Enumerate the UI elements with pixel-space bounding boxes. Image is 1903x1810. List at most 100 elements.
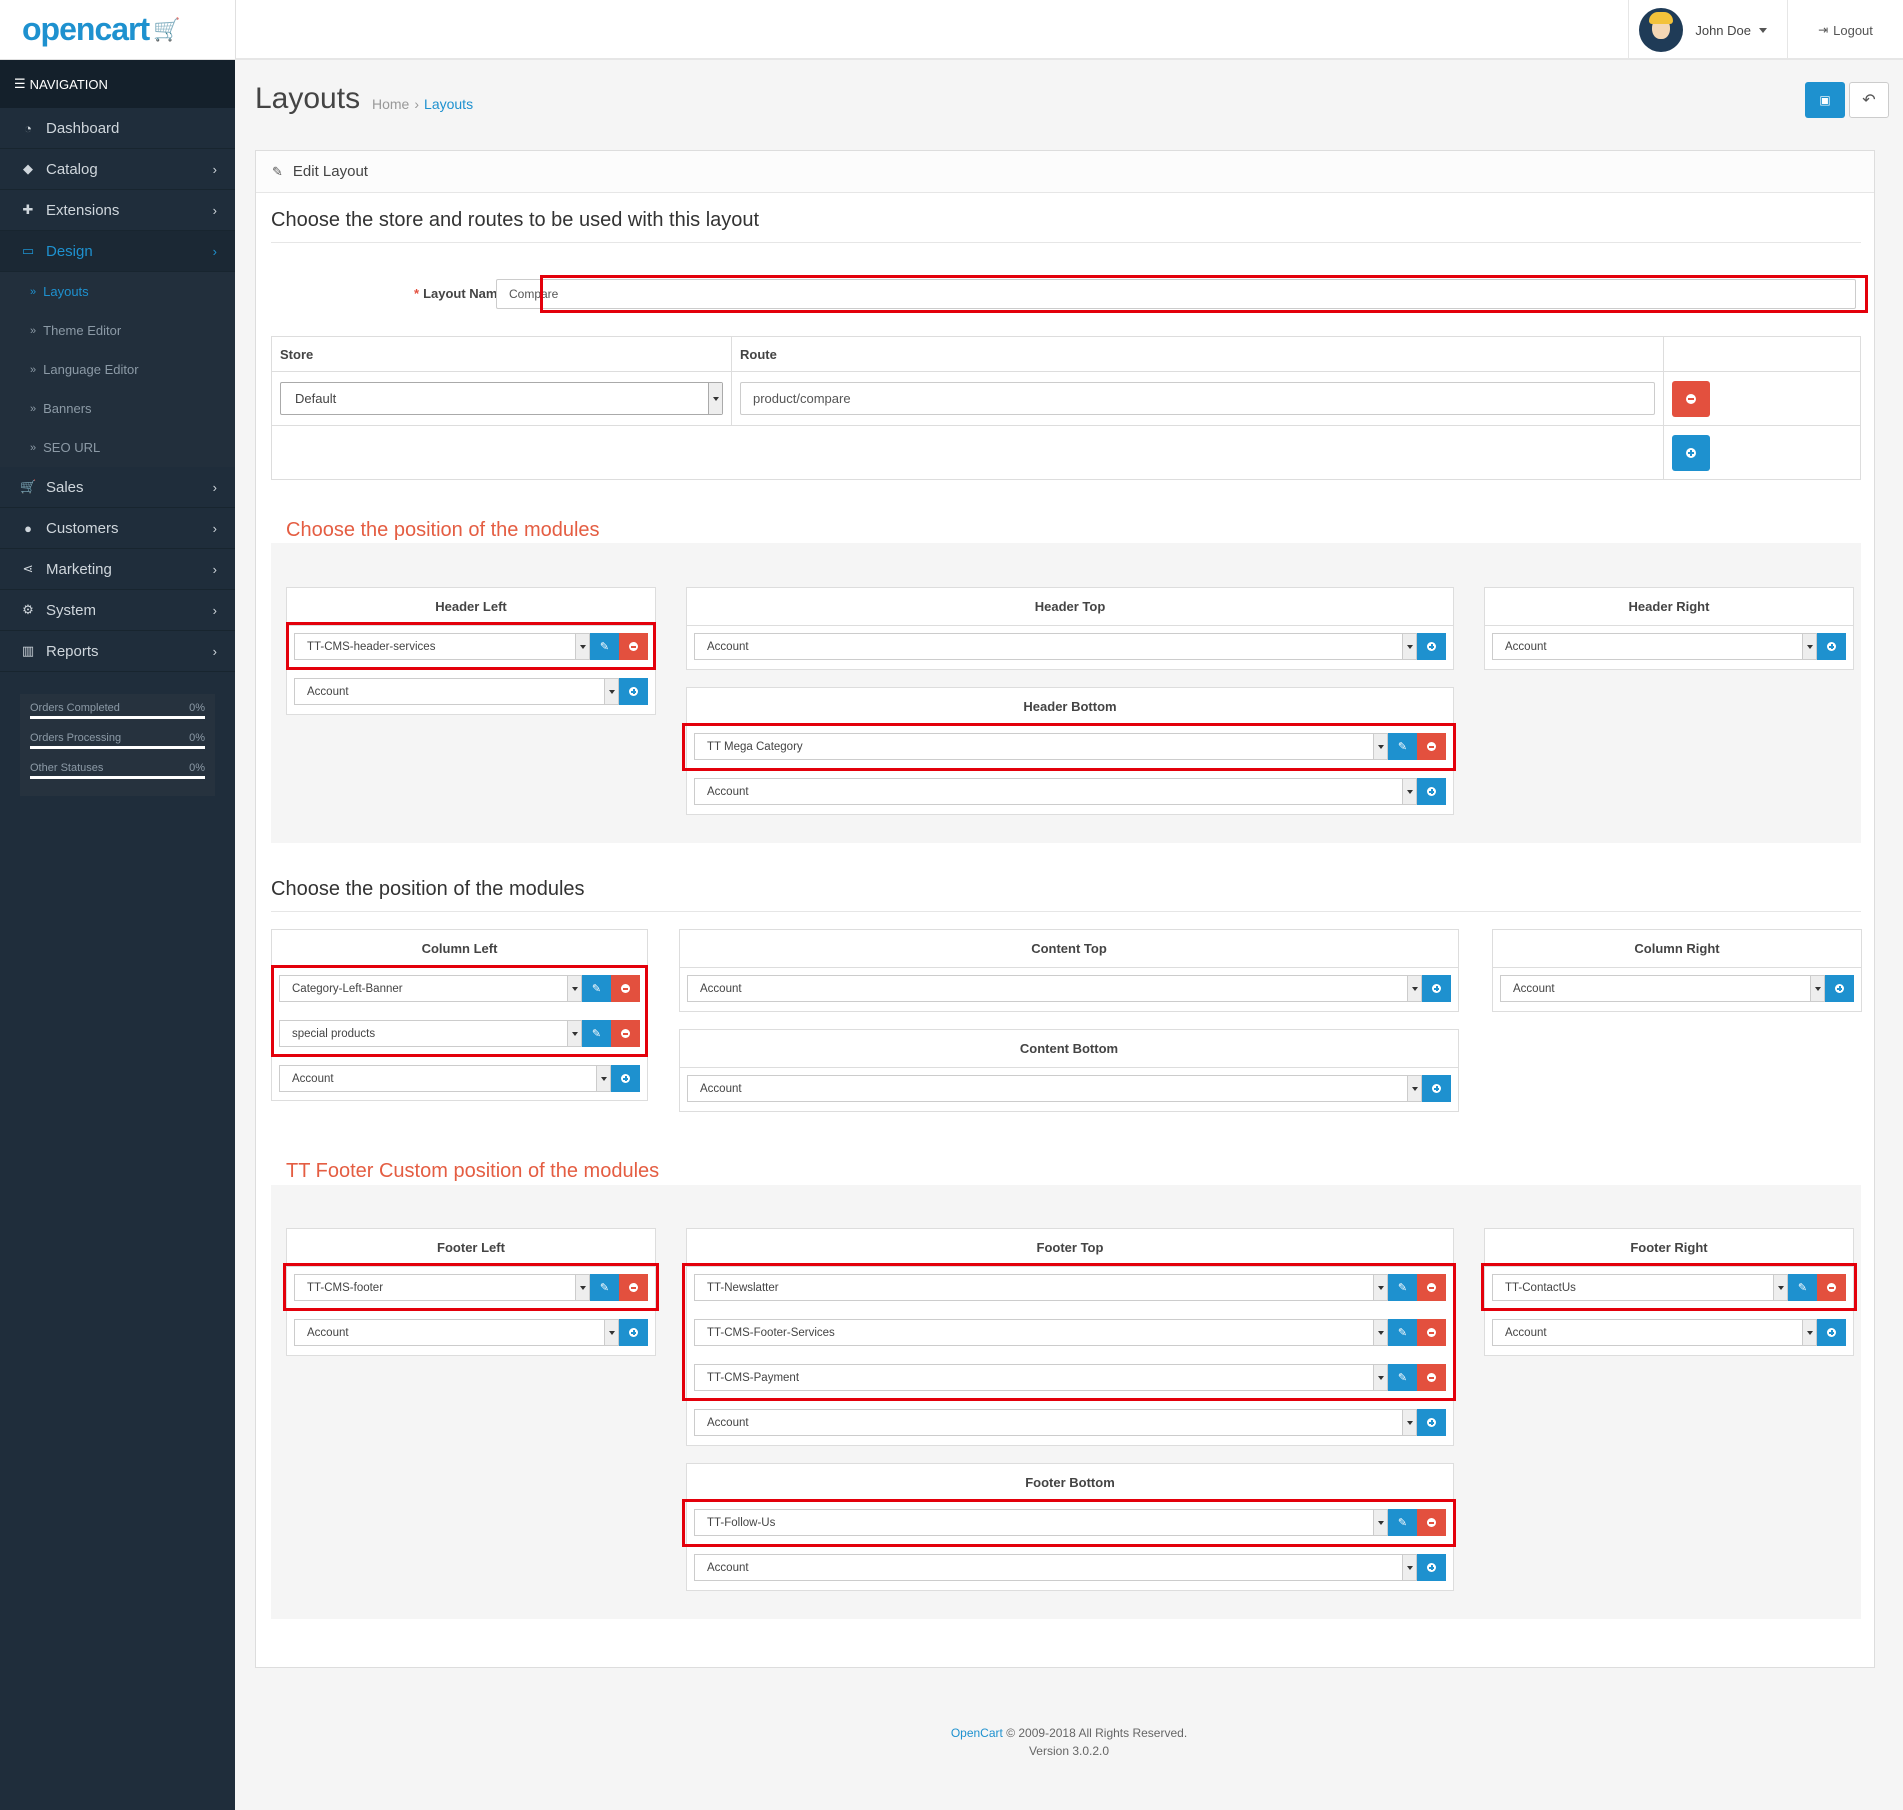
plus-circle-icon xyxy=(621,1074,630,1083)
sidebar-item-marketing[interactable]: ⋖ Marketing › xyxy=(0,549,235,590)
add-module-button[interactable] xyxy=(1825,975,1854,1002)
module-add-row: Account xyxy=(1492,633,1846,660)
highlight-box xyxy=(682,723,1456,771)
position-title: Header Bottom xyxy=(687,688,1453,726)
sidebar-item-extensions[interactable]: ✚ Extensions › xyxy=(0,190,235,231)
sidebar-item-sales[interactable]: 🛒 Sales › xyxy=(0,467,235,508)
main-content: Layouts Home › Layouts ▣ ↶ ✎ Edit Layout C… xyxy=(235,60,1903,1810)
add-route-button[interactable] xyxy=(1672,434,1710,471)
sidebar-item-system[interactable]: ⚙ System › xyxy=(0,590,235,631)
module-select-value: Account xyxy=(707,640,749,653)
breadcrumb-layouts[interactable]: Layouts xyxy=(424,96,473,112)
module-add-select[interactable]: Account xyxy=(279,1065,611,1092)
module-add-select[interactable]: Account xyxy=(694,1554,1417,1581)
monitor-icon: ▭ xyxy=(21,243,35,258)
avatar xyxy=(1639,8,1684,52)
double-chevron-icon: » xyxy=(30,363,37,376)
user-menu[interactable]: John Doe xyxy=(1628,0,1787,60)
sidebar-item-label: Reports xyxy=(46,642,99,660)
footer-brand-link[interactable]: OpenCart xyxy=(951,1726,1003,1740)
sidebar-item-catalog[interactable]: ◆ Catalog › xyxy=(0,149,235,190)
panel-heading-label: Edit Layout xyxy=(292,163,368,180)
module-add-select[interactable]: Account xyxy=(294,1319,619,1346)
store-cell: Default xyxy=(271,371,732,426)
chevron-down-icon xyxy=(604,1320,619,1345)
route-cell: product/compare xyxy=(731,371,1664,426)
top-bar: John Doe ⇥ Logout xyxy=(235,0,1903,60)
position-title: Content Bottom xyxy=(680,1030,1458,1068)
logo[interactable]: opencart 🛒 xyxy=(0,0,235,60)
sidebar-subitem-theme-editor[interactable]: » Theme Editor xyxy=(0,311,235,350)
position-title: Column Left xyxy=(272,930,647,968)
position-title: Content Top xyxy=(680,930,1458,968)
page-title: Layouts xyxy=(255,82,361,115)
module-add-select[interactable]: Account xyxy=(1492,1319,1817,1346)
sidebar-subitem-language-editor[interactable]: » Language Editor xyxy=(0,350,235,389)
add-module-button[interactable] xyxy=(1417,1409,1446,1436)
chevron-down-icon xyxy=(1402,1410,1417,1435)
gear-icon: ⚙ xyxy=(22,602,34,617)
sidebar-subitem-banners[interactable]: » Banners xyxy=(0,389,235,428)
sidebar-item-dashboard[interactable]: ◔ Dashboard xyxy=(0,108,235,149)
breadcrumb: Home › Layouts xyxy=(372,96,473,112)
store-select[interactable]: Default xyxy=(280,382,723,415)
sidebar-item-design[interactable]: ▭ Design › xyxy=(0,231,235,272)
sidebar-subitem-seo-url[interactable]: » SEO URL xyxy=(0,428,235,467)
module-add-select[interactable]: Account xyxy=(687,975,1422,1002)
plus-circle-icon xyxy=(1427,787,1436,796)
add-module-button[interactable] xyxy=(1417,1554,1446,1581)
add-module-button[interactable] xyxy=(1422,975,1451,1002)
module-add-select[interactable]: Account xyxy=(694,778,1417,805)
reply-icon: ↶ xyxy=(1862,92,1876,109)
caret-down-icon xyxy=(1759,27,1767,33)
add-module-button[interactable] xyxy=(1417,633,1446,660)
back-button[interactable]: ↶ xyxy=(1849,82,1889,118)
sidebar-item-label: Design xyxy=(46,242,93,260)
col-route-header: Route xyxy=(731,336,1664,372)
plus-circle-icon xyxy=(629,687,638,696)
position-title: Footer Left xyxy=(287,1229,655,1267)
logo-text: opencart xyxy=(22,11,150,47)
stat-orders-processing: Orders Processing 0% xyxy=(30,732,205,744)
sidebar-item-reports[interactable]: ▥ Reports › xyxy=(0,631,235,672)
stat-label: Orders Processing xyxy=(30,732,122,744)
sidebar-item-label: Dashboard xyxy=(46,119,120,137)
add-module-button[interactable] xyxy=(611,1065,640,1092)
sign-out-icon: ⇥ xyxy=(1818,23,1829,37)
add-module-button[interactable] xyxy=(1417,778,1446,805)
add-module-button[interactable] xyxy=(1422,1075,1451,1102)
user-name: John Doe xyxy=(1695,22,1751,38)
logout-button[interactable]: ⇥ Logout xyxy=(1787,0,1903,60)
add-module-button[interactable] xyxy=(619,678,648,705)
module-add-row: Account xyxy=(279,1065,640,1092)
chevron-down-icon xyxy=(1402,634,1417,659)
add-module-button[interactable] xyxy=(619,1319,648,1346)
add-module-button[interactable] xyxy=(1817,633,1846,660)
module-select-value: Account xyxy=(707,1416,749,1429)
module-add-select[interactable]: Account xyxy=(694,633,1417,660)
module-select-value: Account xyxy=(1513,982,1555,995)
module-add-row: Account xyxy=(1500,975,1854,1002)
module-select-value: Account xyxy=(707,1561,749,1574)
add-module-button[interactable] xyxy=(1817,1319,1846,1346)
module-select-value: Account xyxy=(307,1326,349,1339)
sidebar-item-customers[interactable]: ● Customers › xyxy=(0,508,235,549)
remove-route-button[interactable] xyxy=(1672,380,1710,417)
module-add-select[interactable]: Account xyxy=(687,1075,1422,1102)
stat-label: Other Statuses xyxy=(30,762,104,774)
module-add-select[interactable]: Account xyxy=(1500,975,1825,1002)
module-add-select[interactable]: Account xyxy=(294,678,619,705)
position-content-bottom: Content Bottom Account xyxy=(679,1029,1459,1112)
chevron-right-icon: › xyxy=(212,243,217,259)
breadcrumb-home[interactable]: Home xyxy=(372,96,409,112)
position-header-right: Header Right Account xyxy=(1484,587,1854,670)
nav-heading[interactable]: ☰ NAVIGATION xyxy=(0,60,235,108)
stat-other-statuses: Other Statuses 0% xyxy=(30,762,205,774)
module-add-select[interactable]: Account xyxy=(1492,633,1817,660)
module-add-select[interactable]: Account xyxy=(694,1409,1417,1436)
position-title: Header Right xyxy=(1485,588,1853,626)
sidebar-subitem-layouts[interactable]: » Layouts xyxy=(0,272,235,311)
route-input[interactable]: product/compare xyxy=(740,382,1655,415)
footer-version: Version 3.0.2.0 xyxy=(1028,1744,1110,1758)
save-button[interactable]: ▣ xyxy=(1805,82,1845,118)
